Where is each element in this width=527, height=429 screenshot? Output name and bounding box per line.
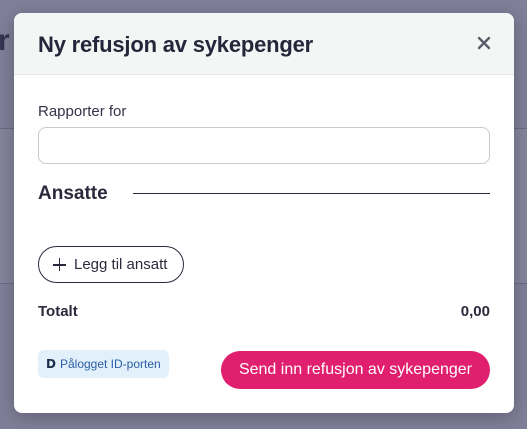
close-icon [477, 36, 491, 50]
section-divider [133, 193, 490, 194]
report-for-label: Rapporter for [38, 103, 127, 120]
id-porten-icon: D [46, 357, 56, 371]
plus-icon [53, 258, 66, 271]
modal-title: Ny refusjon av sykepenger [38, 32, 314, 57]
modal-header: Ny refusjon av sykepenger [14, 13, 514, 75]
add-employee-label: Legg til ansatt [74, 256, 168, 273]
close-button[interactable] [474, 33, 494, 53]
add-employee-button[interactable]: Legg til ansatt [38, 246, 185, 283]
report-for-input[interactable] [38, 127, 490, 164]
login-status-badge: D Pålogget ID-porten [38, 350, 169, 378]
total-label: Totalt [38, 303, 78, 320]
refund-modal: Ny refusjon av sykepenger Rapporter for … [14, 13, 514, 413]
submit-refund-button[interactable]: Send inn refusjon av sykepenger [220, 351, 490, 389]
employees-heading: Ansatte [38, 183, 108, 204]
total-value: 0,00 [460, 303, 490, 320]
login-status-label: Pålogget ID-porten [59, 357, 161, 371]
